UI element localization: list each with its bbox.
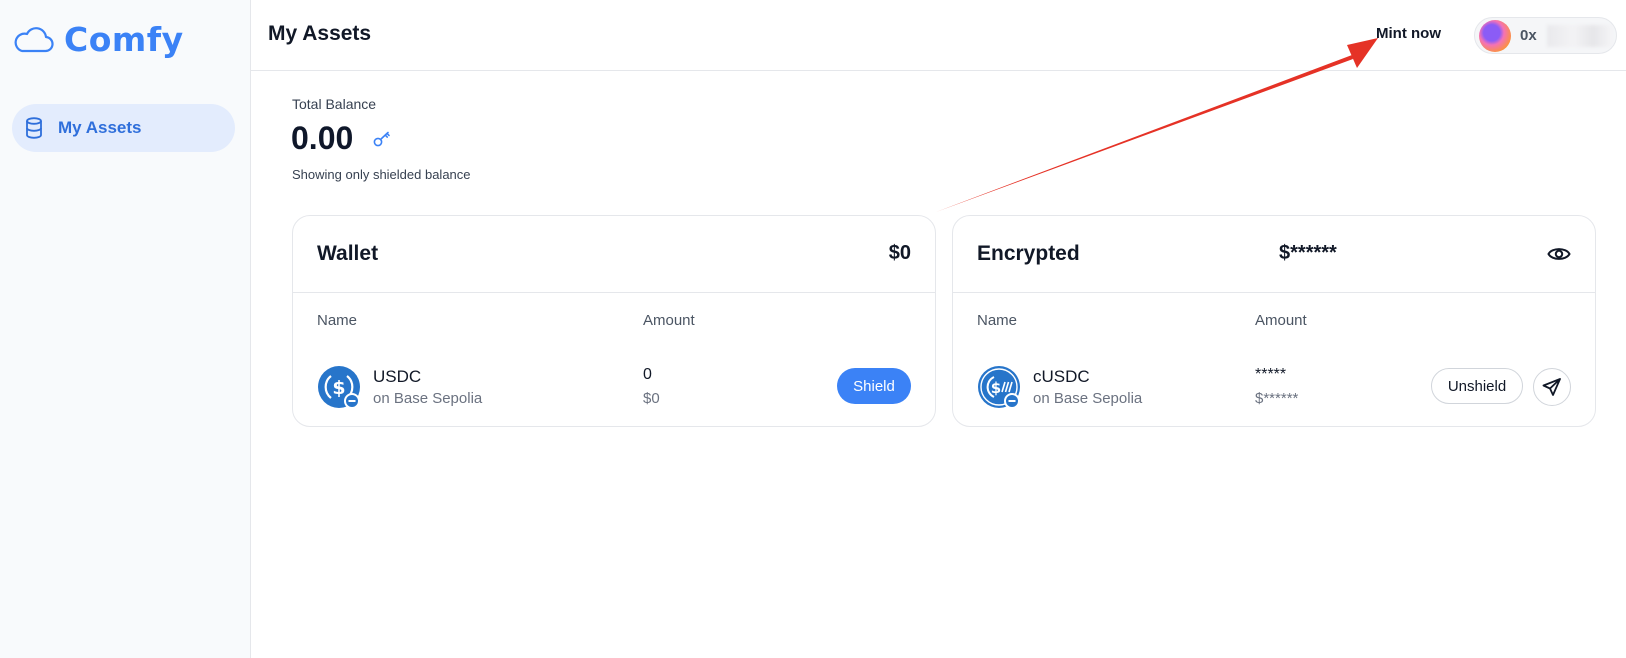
wallet-address: 0x: [1520, 27, 1537, 44]
token-symbol: cUSDC: [1033, 367, 1090, 386]
sidebar-item-label: My Assets: [58, 118, 142, 137]
send-icon: [1542, 378, 1561, 396]
shield-button[interactable]: Shield: [837, 368, 911, 404]
encrypted-card-header: Encrypted $******: [953, 216, 1595, 293]
svg-text:$: $: [332, 377, 345, 399]
wallet-card-header: Wallet $0: [293, 216, 935, 293]
token-network: on Base Sepolia: [373, 390, 483, 407]
token-amount: *****: [1255, 366, 1287, 383]
total-balance-value: 0.00: [291, 120, 354, 156]
eye-icon[interactable]: [1547, 245, 1571, 263]
key-icon[interactable]: [373, 131, 391, 147]
redacted-address-mask: [1547, 25, 1613, 47]
token-symbol: USDC: [373, 367, 422, 386]
sidebar: Comfy My Assets: [0, 0, 251, 658]
app-name: Comfy: [64, 20, 184, 59]
token-network: on Base Sepolia: [1033, 390, 1143, 407]
balance-note: Showing only shielded balance: [292, 167, 471, 182]
wallet-card-total: $0: [888, 242, 911, 264]
wallet-card-title: Wallet: [317, 242, 379, 265]
wallet-card: Wallet $0 Name Amount $ USDC on Base Sep…: [292, 215, 936, 427]
column-header-name: Name: [977, 312, 1018, 329]
database-icon: [26, 117, 42, 139]
avatar: [1479, 19, 1511, 52]
send-button[interactable]: [1533, 368, 1571, 406]
unshield-button[interactable]: Unshield: [1431, 368, 1523, 404]
svg-text:$: $: [991, 379, 1001, 397]
encrypted-card: Encrypted $****** Name Amount $ cUSDC on…: [952, 215, 1596, 427]
sidebar-item-my-assets[interactable]: My Assets: [12, 104, 235, 152]
encrypted-card-total: $******: [1279, 242, 1337, 264]
usdc-icon: $: [318, 366, 360, 409]
app-logo[interactable]: Comfy: [12, 20, 184, 59]
cloud-icon: [14, 26, 54, 52]
encrypted-card-title: Encrypted: [977, 242, 1080, 265]
mint-now-link[interactable]: Mint now: [1376, 25, 1441, 42]
token-amount: 0: [643, 366, 652, 383]
column-header-name: Name: [317, 312, 358, 329]
column-header-amount: Amount: [1255, 312, 1307, 329]
token-amount-usd: $******: [1255, 390, 1299, 407]
page-title: My Assets: [268, 22, 372, 45]
wallet-account-button[interactable]: 0x: [1474, 17, 1617, 54]
top-header: My Assets Mint now 0x: [251, 0, 1626, 71]
token-amount-usd: $0: [643, 390, 660, 407]
column-header-amount: Amount: [643, 312, 695, 329]
total-balance-label: Total Balance: [292, 96, 377, 112]
cusdc-icon: $: [978, 366, 1020, 409]
